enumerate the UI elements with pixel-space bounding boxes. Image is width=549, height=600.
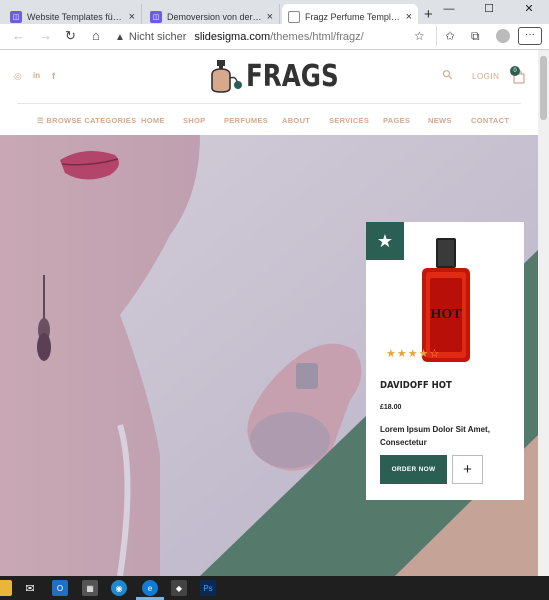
mail-icon[interactable]: ✉: [22, 580, 38, 596]
outlook-icon[interactable]: O: [52, 580, 68, 596]
tab-title: Fragz Perfume Template | Ho…: [305, 12, 402, 22]
cart-count-badge: 0: [510, 66, 520, 76]
security-label[interactable]: Nicht sicher: [129, 31, 186, 43]
site-logo[interactable]: FRAGS: [208, 58, 359, 94]
tab-close-icon[interactable]: ×: [406, 11, 412, 23]
profile-avatar[interactable]: [496, 29, 510, 43]
app-icon[interactable]: ◆: [171, 580, 187, 596]
product-card[interactable]: ★ HOT ★★★★☆ DAVIDOFF HOT £18.00 Lorem Ip…: [366, 222, 524, 500]
product-price: £18.00: [380, 404, 402, 411]
site-favicon-icon: ◫: [10, 11, 22, 23]
bottle-label: HOT: [430, 307, 462, 322]
forward-button[interactable]: →: [39, 28, 52, 43]
login-link[interactable]: LOGIN: [472, 72, 499, 81]
app-icon[interactable]: ◉: [111, 580, 127, 596]
favorites-icon[interactable]: ✩: [445, 29, 455, 43]
menu-hamburger-icon: ☰: [37, 116, 45, 125]
nav-perfumes[interactable]: PERFUMES: [224, 116, 268, 125]
instagram-icon[interactable]: ◎: [14, 71, 22, 82]
calculator-icon[interactable]: ▦: [82, 580, 98, 596]
warning-icon: ▲: [115, 31, 125, 43]
add-favorite-icon[interactable]: ☆: [414, 29, 425, 43]
logo-text: FRAGS: [246, 58, 339, 94]
nav-pages[interactable]: PAGES: [383, 116, 410, 125]
toolbar-divider: [436, 26, 437, 46]
windows-taskbar: ✉ O ▦ ◉ e ◆ Ps: [0, 576, 549, 600]
settings-menu-button[interactable]: ···: [518, 27, 542, 45]
maximize-button[interactable]: ☐: [469, 0, 509, 22]
product-description: Lorem Ipsum Dolor Sit Amet, Consectetur: [380, 425, 490, 447]
product-name[interactable]: DAVIDOFF HOT: [380, 380, 452, 391]
star-icon: ★: [376, 230, 394, 251]
browser-toolbar: ← → ↻ ⌂ ▲ Nicht sicher slidesigma.com /t…: [0, 24, 549, 50]
facebook-icon[interactable]: f: [52, 71, 55, 81]
browse-categories-label: BROWSE CATEGORIES: [46, 116, 137, 125]
nav-services[interactable]: SERVICES: [329, 116, 369, 125]
edge-browser-icon[interactable]: e: [142, 580, 158, 596]
rating-stars-icon: ★★★★☆: [386, 348, 441, 360]
window-controls: — ☐ ✕: [429, 0, 549, 22]
header-divider: [17, 103, 521, 104]
window-close-button[interactable]: ✕: [509, 0, 549, 22]
page-favicon-icon: [288, 11, 300, 23]
scrollbar-thumb[interactable]: [540, 56, 547, 120]
collections-icon[interactable]: ⧉: [471, 29, 480, 44]
linkedin-icon[interactable]: in: [33, 71, 40, 80]
minimize-button[interactable]: —: [429, 0, 469, 22]
order-now-button[interactable]: ORDER NOW: [380, 455, 447, 484]
home-button[interactable]: ⌂: [92, 28, 100, 43]
site-favicon-icon: ◫: [150, 11, 162, 23]
perfume-bottle-logo-icon: [211, 60, 242, 93]
search-icon[interactable]: ⚲: [439, 66, 457, 84]
address-bar[interactable]: ▲ Nicht sicher slidesigma.com /themes/ht…: [115, 27, 413, 47]
add-to-cart-button[interactable]: +: [452, 455, 483, 484]
product-image-bottle: HOT: [422, 238, 470, 362]
nav-shop[interactable]: SHOP: [183, 116, 205, 125]
nav-contact[interactable]: CONTACT: [471, 116, 509, 125]
tab-close-icon[interactable]: ×: [267, 11, 273, 23]
file-explorer-icon[interactable]: [0, 580, 12, 596]
back-button[interactable]: ←: [12, 28, 25, 43]
nav-about[interactable]: ABOUT: [282, 116, 310, 125]
page-scrollbar[interactable]: [538, 50, 549, 576]
tab-title: Website Templates für Mode…: [27, 12, 125, 22]
tab-close-icon[interactable]: ×: [129, 11, 135, 23]
nav-news[interactable]: NEWS: [428, 116, 452, 125]
photoshop-icon[interactable]: Ps: [200, 580, 216, 596]
favorite-badge[interactable]: ★: [366, 222, 404, 260]
nav-home[interactable]: HOME: [141, 116, 165, 125]
url-path: /themes/html/fragz/: [270, 31, 364, 43]
reload-button[interactable]: ↻: [65, 28, 76, 44]
tab-title: Demoversion von der Website: [167, 12, 263, 22]
browse-categories-button[interactable]: ☰ BROWSE CATEGORIES: [37, 116, 136, 125]
url-domain: slidesigma.com: [194, 31, 271, 43]
